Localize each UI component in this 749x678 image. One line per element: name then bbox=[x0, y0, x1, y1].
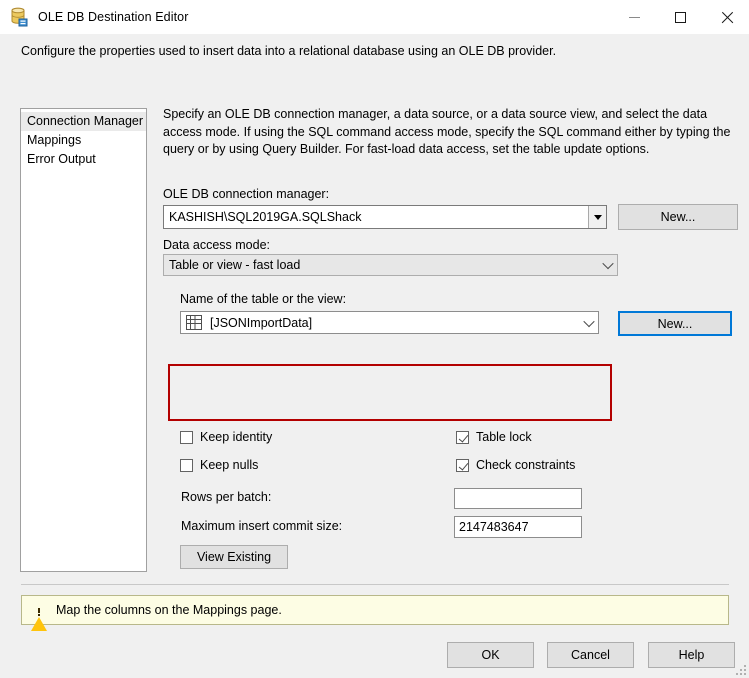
max-insert-commit-size-label: Maximum insert commit size: bbox=[181, 519, 342, 533]
minimize-icon bbox=[629, 17, 640, 18]
sidebar-item-connection-manager[interactable]: Connection Manager bbox=[21, 112, 146, 131]
check-constraints-label: Check constraints bbox=[476, 458, 575, 472]
table-or-view-value: [JSONImportData] bbox=[202, 316, 580, 330]
dialog-body: Connection Manager Mappings Error Output… bbox=[0, 79, 749, 584]
title-bar: OLE DB Destination Editor bbox=[0, 0, 749, 34]
chevron-down-icon[interactable] bbox=[599, 261, 617, 269]
status-message: Map the columns on the Mappings page. bbox=[56, 603, 282, 617]
data-access-mode-value: Table or view - fast load bbox=[164, 258, 599, 272]
table-lock-label: Table lock bbox=[476, 430, 532, 444]
view-existing-button[interactable]: View Existing bbox=[180, 545, 288, 569]
maximize-icon bbox=[675, 12, 686, 23]
window-controls bbox=[611, 0, 749, 34]
keep-nulls-checkbox[interactable]: Keep nulls bbox=[180, 458, 258, 472]
sidebar-item-mappings[interactable]: Mappings bbox=[21, 131, 146, 150]
sidebar-item-error-output[interactable]: Error Output bbox=[21, 150, 146, 169]
keep-identity-checkbox[interactable]: Keep identity bbox=[180, 430, 272, 444]
pane-instructions: Specify an OLE DB connection manager, a … bbox=[163, 106, 735, 159]
table-or-view-label: Name of the table or the view: bbox=[180, 292, 346, 306]
close-button[interactable] bbox=[703, 0, 749, 34]
table-or-view-combo[interactable]: [JSONImportData] bbox=[180, 311, 599, 334]
table-lock-checkbox[interactable]: Table lock bbox=[456, 430, 532, 444]
connection-manager-combo[interactable]: KASHISH\SQL2019GA.SQLShack bbox=[163, 205, 607, 229]
rows-per-batch-label: Rows per batch: bbox=[181, 490, 271, 504]
max-insert-commit-size-input[interactable]: 2147483647 bbox=[454, 516, 582, 538]
connection-manager-pane: Specify an OLE DB connection manager, a … bbox=[160, 79, 740, 584]
checkbox-box-checked bbox=[456, 459, 469, 472]
ok-button[interactable]: OK bbox=[447, 642, 534, 668]
connection-manager-label: OLE DB connection manager: bbox=[163, 187, 329, 201]
keep-nulls-label: Keep nulls bbox=[200, 458, 258, 472]
check-constraints-checkbox[interactable]: Check constraints bbox=[456, 458, 575, 472]
checkbox-box bbox=[180, 459, 193, 472]
new-connection-manager-button[interactable]: New... bbox=[618, 204, 738, 230]
max-insert-commit-size-value: 2147483647 bbox=[455, 520, 529, 534]
window-title: OLE DB Destination Editor bbox=[38, 10, 189, 24]
keep-identity-label: Keep identity bbox=[200, 430, 272, 444]
database-destination-icon bbox=[9, 7, 31, 27]
header-description: Configure the properties used to insert … bbox=[21, 44, 721, 58]
chevron-down-icon[interactable] bbox=[588, 206, 606, 228]
page-navigation-list[interactable]: Connection Manager Mappings Error Output bbox=[20, 108, 147, 572]
help-button[interactable]: Help bbox=[648, 642, 735, 668]
checkbox-box-checked bbox=[456, 431, 469, 444]
resize-grip[interactable] bbox=[734, 663, 746, 675]
rows-per-batch-input[interactable] bbox=[454, 488, 582, 509]
minimize-button[interactable] bbox=[611, 0, 657, 34]
cancel-button[interactable]: Cancel bbox=[547, 642, 634, 668]
data-access-mode-combo[interactable]: Table or view - fast load bbox=[163, 254, 618, 276]
footer-divider bbox=[21, 584, 729, 585]
close-icon bbox=[720, 11, 733, 24]
connection-manager-value: KASHISH\SQL2019GA.SQLShack bbox=[164, 210, 588, 224]
data-access-mode-label: Data access mode: bbox=[163, 238, 270, 252]
table-grid-icon bbox=[186, 315, 202, 330]
maximize-button[interactable] bbox=[657, 0, 703, 34]
checkbox-box bbox=[180, 431, 193, 444]
new-table-button[interactable]: New... bbox=[618, 311, 732, 336]
warning-icon bbox=[31, 603, 47, 618]
chevron-down-icon[interactable] bbox=[580, 319, 598, 327]
status-warning-bar: Map the columns on the Mappings page. bbox=[21, 595, 729, 625]
dialog-footer: OK Cancel Help bbox=[0, 633, 749, 678]
